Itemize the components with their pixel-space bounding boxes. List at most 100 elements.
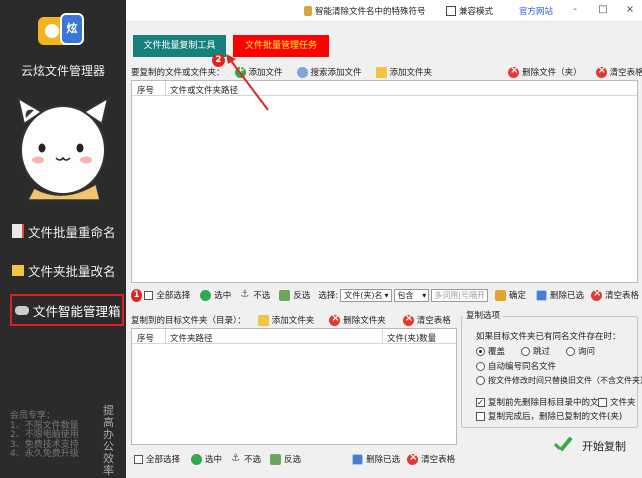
- bottom-toolbar: 全部选择 选中 ⚓ 不选 反选 删除已选 清空表格: [134, 452, 457, 466]
- clear-source-table-button[interactable]: 清空表格: [595, 65, 642, 79]
- field-select[interactable]: 文件(夹)名: [340, 288, 392, 302]
- nav-batch-rename[interactable]: 文件批量重命名: [12, 217, 122, 245]
- checkbox-icon: [598, 397, 607, 407]
- nav-label: 文件夹批量改名: [28, 263, 116, 279]
- add-folder-label: 添加文件夹: [271, 316, 315, 326]
- anchor-icon: ⚓: [231, 452, 240, 464]
- select-all-label: 全部选择: [146, 455, 181, 465]
- skip-radio[interactable]: 跳过: [521, 345, 550, 357]
- tab-task-manager[interactable]: 文件批量管理任务: [233, 35, 329, 57]
- delete-selected-button[interactable]: 删除已选: [352, 452, 400, 466]
- invert-button[interactable]: 反选: [270, 452, 301, 466]
- source-toolbar: 要复制的文件或文件夹： 添加文件 搜索添加文件 添加文件夹 删除文件（夹） 清空…: [131, 65, 642, 79]
- compat-mode-checkbox[interactable]: 兼容模式: [446, 5, 493, 17]
- confirm-button[interactable]: 确定: [494, 288, 526, 302]
- checkbox-icon: [134, 454, 143, 464]
- clear-target-table-button[interactable]: 清空表格: [402, 313, 451, 327]
- document-icon: [12, 224, 24, 238]
- nav-folder-rename[interactable]: 文件夹批量改名: [12, 256, 122, 284]
- add-folder-button[interactable]: 添加文件夹: [375, 65, 432, 79]
- delete-selected-button[interactable]: 删除已选: [535, 288, 584, 302]
- delete-file-button[interactable]: 删除文件（夹）: [508, 65, 582, 79]
- gamepad-icon: [15, 305, 29, 315]
- delete-folder-button[interactable]: 删除文件夹: [329, 313, 386, 327]
- by-time-radio[interactable]: 按文件修改时间只替换旧文件（不含文件夹）: [476, 375, 642, 386]
- col-divider: [165, 329, 166, 343]
- radio-icon: [476, 346, 485, 356]
- delete-file-label: 删除文件（夹）: [522, 68, 582, 78]
- ask-radio[interactable]: 询问: [566, 345, 595, 357]
- step-marker-2: 2: [212, 54, 225, 67]
- choose-label: 选择:: [318, 291, 339, 301]
- skip-label: 跳过: [533, 347, 551, 357]
- compat-mode-label: 兼容模式: [459, 7, 494, 17]
- special-chars-link[interactable]: 智能清除文件名中的特殊符号: [304, 5, 426, 17]
- start-copy-button[interactable]: 开始复制: [552, 436, 626, 456]
- logo-badge: 炫: [60, 13, 84, 45]
- deselect-label: 不选: [244, 455, 262, 465]
- auto-number-radio[interactable]: 自动编号同名文件: [476, 360, 556, 372]
- target-table-header: 序号 文件夹路径 文件(夹)数量: [132, 329, 456, 344]
- select-all-checkbox[interactable]: 全部选择: [144, 288, 190, 302]
- check-circle-icon: [191, 453, 203, 465]
- tab-copy-tool[interactable]: 文件批量复制工具: [133, 35, 226, 57]
- source-table[interactable]: 序号 文件或文件夹路径: [131, 80, 638, 283]
- source-table-header: 序号 文件或文件夹路径: [132, 81, 637, 96]
- delete-icon: [329, 313, 341, 326]
- pre-delete-checkbox[interactable]: 复制前先删除目标目录中的文件: [476, 396, 607, 408]
- ask-label: 询问: [578, 347, 596, 357]
- app-logo: 炫: [38, 13, 84, 47]
- select-button[interactable]: 选中: [200, 288, 231, 302]
- member-perk: 4、永久免费升级: [10, 449, 79, 459]
- special-chars-label: 智能清除文件名中的特殊符号: [315, 7, 426, 17]
- step-marker-1: 1: [131, 288, 143, 302]
- select-all-checkbox[interactable]: 全部选择: [134, 452, 180, 466]
- overwrite-label: 覆盖: [488, 347, 506, 357]
- select-label: 选中: [214, 291, 232, 301]
- folder-icon: [257, 314, 269, 326]
- clear-icon: [407, 452, 419, 465]
- post-delete-checkbox[interactable]: 复制完成后，删除已复制的文件(夹): [476, 410, 622, 422]
- add-file-button[interactable]: 添加文件: [234, 65, 283, 79]
- deselect-button[interactable]: ⚓ 不选: [240, 288, 270, 302]
- delete-selected-icon: [535, 289, 547, 301]
- add-target-folder-button[interactable]: 添加文件夹: [257, 313, 315, 327]
- official-site-link[interactable]: 官方网站: [519, 5, 553, 17]
- clear-table-button[interactable]: 清空表格: [590, 288, 639, 302]
- anchor-icon: ⚓: [240, 288, 250, 300]
- radio-icon: [476, 361, 485, 371]
- folder-checkbox[interactable]: 文件夹: [598, 396, 636, 408]
- maximize-button[interactable]: □: [596, 3, 610, 17]
- overwrite-radio[interactable]: 覆盖: [476, 345, 505, 357]
- clear-table-label: 清空表格: [609, 68, 642, 78]
- close-button[interactable]: ×: [623, 3, 637, 17]
- target-table[interactable]: 序号 文件夹路径 文件(夹)数量: [131, 328, 457, 445]
- titlebar: 智能清除文件名中的特殊符号 兼容模式 官方网站 - □ ×: [126, 0, 642, 22]
- app-name: 云炫文件管理器: [20, 64, 105, 78]
- delete-selected-icon: [352, 453, 364, 465]
- select-all-label: 全部选择: [156, 291, 191, 301]
- select-button[interactable]: 选中: [191, 452, 222, 466]
- by-time-label: 按文件修改时间只替换旧文件（不含文件夹）: [488, 376, 642, 385]
- minimize-button[interactable]: -: [568, 3, 582, 17]
- auto-number-label: 自动编号同名文件: [488, 362, 557, 372]
- search-add-label: 搜索添加文件: [310, 68, 362, 78]
- clear-table-button[interactable]: 清空表格: [407, 452, 455, 466]
- start-copy-label: 开始复制: [582, 440, 626, 453]
- invert-button[interactable]: 反选: [279, 288, 310, 302]
- delete-selected-label: 删除已选: [366, 455, 401, 465]
- select-label: 选中: [205, 455, 223, 465]
- mode-select[interactable]: 包含: [393, 288, 430, 302]
- nav-label: 文件批量重命名: [28, 224, 116, 240]
- search-add-button[interactable]: 搜索添加文件: [296, 65, 362, 79]
- target-label: 复制到的目标文件夹（目录）：: [131, 316, 246, 326]
- folder-icon: [375, 66, 387, 78]
- keyword-input[interactable]: 多词用|号隔开: [431, 288, 488, 302]
- checkbox-icon: [446, 6, 456, 16]
- nav-smart-manager[interactable]: 文件智能管理箱: [10, 294, 124, 326]
- deselect-button[interactable]: ⚓ 不选: [231, 452, 261, 466]
- folder-icon: [12, 264, 24, 276]
- brush-icon: [304, 6, 312, 16]
- pre-delete-label: 复制前先删除目标目录中的文件: [488, 398, 608, 408]
- clear-table-label: 清空表格: [421, 455, 456, 465]
